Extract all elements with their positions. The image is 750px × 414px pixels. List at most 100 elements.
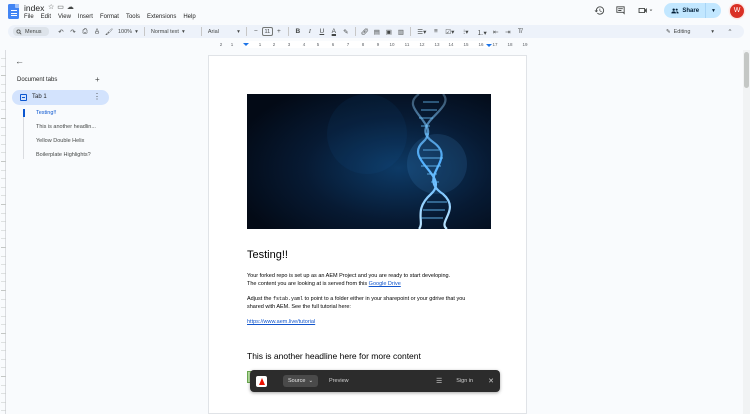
menu-format[interactable]: Format: [100, 14, 119, 20]
ruler-tick: 12: [419, 42, 425, 47]
adobe-logo-icon[interactable]: [256, 375, 267, 387]
share-button[interactable]: Share ▼: [664, 3, 721, 18]
align-icon[interactable]: ☰▾: [414, 28, 430, 36]
close-icon[interactable]: ✕: [488, 377, 494, 385]
style-select[interactable]: Normal text ▾: [148, 29, 198, 35]
hamburger-menu-icon[interactable]: ☰: [436, 377, 442, 385]
menu-help[interactable]: Help: [183, 14, 195, 20]
hide-menus-chevron-up-icon[interactable]: ⌃: [724, 28, 736, 36]
document-title[interactable]: index: [24, 3, 44, 13]
dna-helix-illustration: [247, 94, 491, 229]
print-icon[interactable]: ⎙: [79, 28, 91, 36]
ruler-tick: 14: [448, 42, 454, 47]
paint-format-icon[interactable]: 🖌︎: [103, 28, 115, 36]
menus-search[interactable]: Menus: [13, 27, 49, 36]
bold-icon[interactable]: B: [292, 28, 304, 35]
dna-helix-image[interactable]: [247, 94, 491, 229]
redo-icon[interactable]: ↷: [67, 28, 79, 36]
ruler-tick: 13: [434, 42, 440, 47]
scrollbar-thumb[interactable]: [744, 52, 749, 88]
menu-file[interactable]: File: [24, 14, 34, 20]
aem-sidekick-bar: Source ⌄ Preview ☰ Sign in ✕: [250, 370, 500, 392]
right-indent-marker[interactable]: [486, 44, 492, 47]
outline-item[interactable]: Testing!!: [36, 110, 56, 116]
font-size-input[interactable]: 11: [261, 27, 273, 36]
undo-icon[interactable]: ↶: [55, 28, 67, 36]
avatar[interactable]: W: [730, 3, 744, 18]
ruler-tick: 11: [404, 42, 410, 47]
sign-in-button[interactable]: Sign in: [456, 378, 473, 384]
more-options-icon[interactable]: ⋮: [93, 92, 101, 101]
left-indent-marker[interactable]: [243, 43, 249, 46]
paragraph-text: to point to a folder either in your shar…: [303, 296, 466, 302]
underline-icon[interactable]: U: [316, 28, 328, 35]
menu-view[interactable]: View: [58, 14, 71, 20]
zoom-select[interactable]: 100% ▾: [115, 29, 141, 35]
increase-indent-icon[interactable]: ⇥: [502, 28, 514, 36]
italic-icon[interactable]: I: [304, 28, 316, 35]
menu-edit[interactable]: Edit: [41, 14, 51, 20]
comments-icon[interactable]: [614, 5, 626, 17]
heading-1[interactable]: Testing!!: [247, 249, 288, 261]
cloud-saved-icon[interactable]: ☁: [67, 3, 74, 11]
add-tab-icon[interactable]: +: [95, 75, 100, 84]
editing-mode-select[interactable]: ✎ Editing ▾: [662, 27, 714, 37]
document-page[interactable]: Testing!! Your forked repo is set up as …: [208, 55, 527, 414]
more-insert-icon[interactable]: ▥: [395, 28, 407, 36]
share-main[interactable]: Share: [664, 3, 707, 18]
font-select[interactable]: Arial ▾: [205, 29, 243, 35]
outline-item[interactable]: Yellow Double Helix: [36, 138, 84, 144]
menu-tools[interactable]: Tools: [126, 14, 140, 20]
paragraph[interactable]: Your forked repo is set up as an AEM Pro…: [247, 272, 450, 288]
menu-extensions[interactable]: Extensions: [147, 14, 176, 20]
outline-item[interactable]: This is another headlin...: [36, 124, 96, 130]
scrollbar-track[interactable]: [743, 50, 750, 414]
star-icon[interactable]: ☆: [48, 3, 54, 11]
paragraph-line: The content you are looking at is served…: [247, 280, 450, 288]
outline-item[interactable]: Boilerplate Highlights?: [36, 152, 91, 158]
meet-video-icon[interactable]: [635, 5, 655, 17]
move-folder-icon[interactable]: ▭: [57, 3, 64, 11]
menu-insert[interactable]: Insert: [78, 14, 93, 20]
preview-button[interactable]: Preview: [329, 378, 349, 384]
paragraph[interactable]: Adjust the fstab.yaml to point to a fold…: [247, 295, 465, 311]
heading-2[interactable]: This is another headline here for more c…: [247, 351, 421, 361]
clear-formatting-icon[interactable]: T̸: [514, 28, 526, 35]
decrease-font-size-icon[interactable]: −: [250, 28, 262, 35]
insert-image-icon[interactable]: ▣: [383, 28, 395, 36]
spellcheck-icon[interactable]: A̲: [91, 28, 103, 35]
paragraph-text: The content you are looking at is served…: [247, 281, 369, 287]
tutorial-link[interactable]: https://www.aem.live/tutorial: [247, 319, 315, 325]
source-dropdown[interactable]: Source ⌄: [283, 375, 319, 387]
line-spacing-icon[interactable]: ≡: [430, 28, 442, 35]
paragraph[interactable]: https://www.aem.live/tutorial: [247, 318, 315, 326]
highlight-color-icon[interactable]: ✎: [340, 28, 352, 36]
ruler-tick: 5: [316, 42, 320, 47]
ruler-tick: 1: [230, 42, 234, 47]
horizontal-ruler[interactable]: 2 1 1 2 3 4 5 6 7 8 9 10 11 12 13 14 15 …: [208, 40, 528, 49]
history-icon[interactable]: [593, 5, 605, 17]
toolbar-divider: [409, 27, 411, 36]
add-comment-icon[interactable]: ▤: [371, 28, 383, 36]
tab-item-tab-1[interactable]: Tab 1 ⋮: [12, 90, 109, 105]
increase-font-size-icon[interactable]: +: [273, 28, 285, 35]
pencil-icon: ✎: [666, 28, 671, 35]
chevron-down-icon: ▾: [181, 28, 185, 35]
ruler-tick: 10: [389, 42, 395, 47]
google-drive-link[interactable]: Google Drive: [369, 281, 401, 287]
bulleted-list-icon[interactable]: ⁝▾: [458, 28, 474, 36]
vertical-ruler[interactable]: [0, 50, 6, 414]
share-dropdown-icon[interactable]: ▼: [706, 8, 721, 14]
insert-link-icon[interactable]: 🔗︎: [359, 28, 371, 36]
ruler-tick: 1: [258, 42, 262, 47]
paragraph-line: Your forked repo is set up as an AEM Pro…: [247, 273, 451, 279]
back-arrow-icon[interactable]: ←: [15, 56, 24, 66]
docs-logo-icon[interactable]: [8, 4, 19, 19]
numbered-list-icon[interactable]: ⒈▾: [474, 27, 490, 37]
checklist-icon[interactable]: ☑▾: [442, 28, 458, 36]
ruler-tick: 6: [331, 42, 335, 47]
title-bar: index ☆ ▭ ☁ File Edit View Insert Format…: [0, 0, 750, 24]
text-color-icon[interactable]: A: [328, 28, 340, 35]
decrease-indent-icon[interactable]: ⇤: [490, 28, 502, 36]
ruler-tick: 15: [463, 42, 469, 47]
